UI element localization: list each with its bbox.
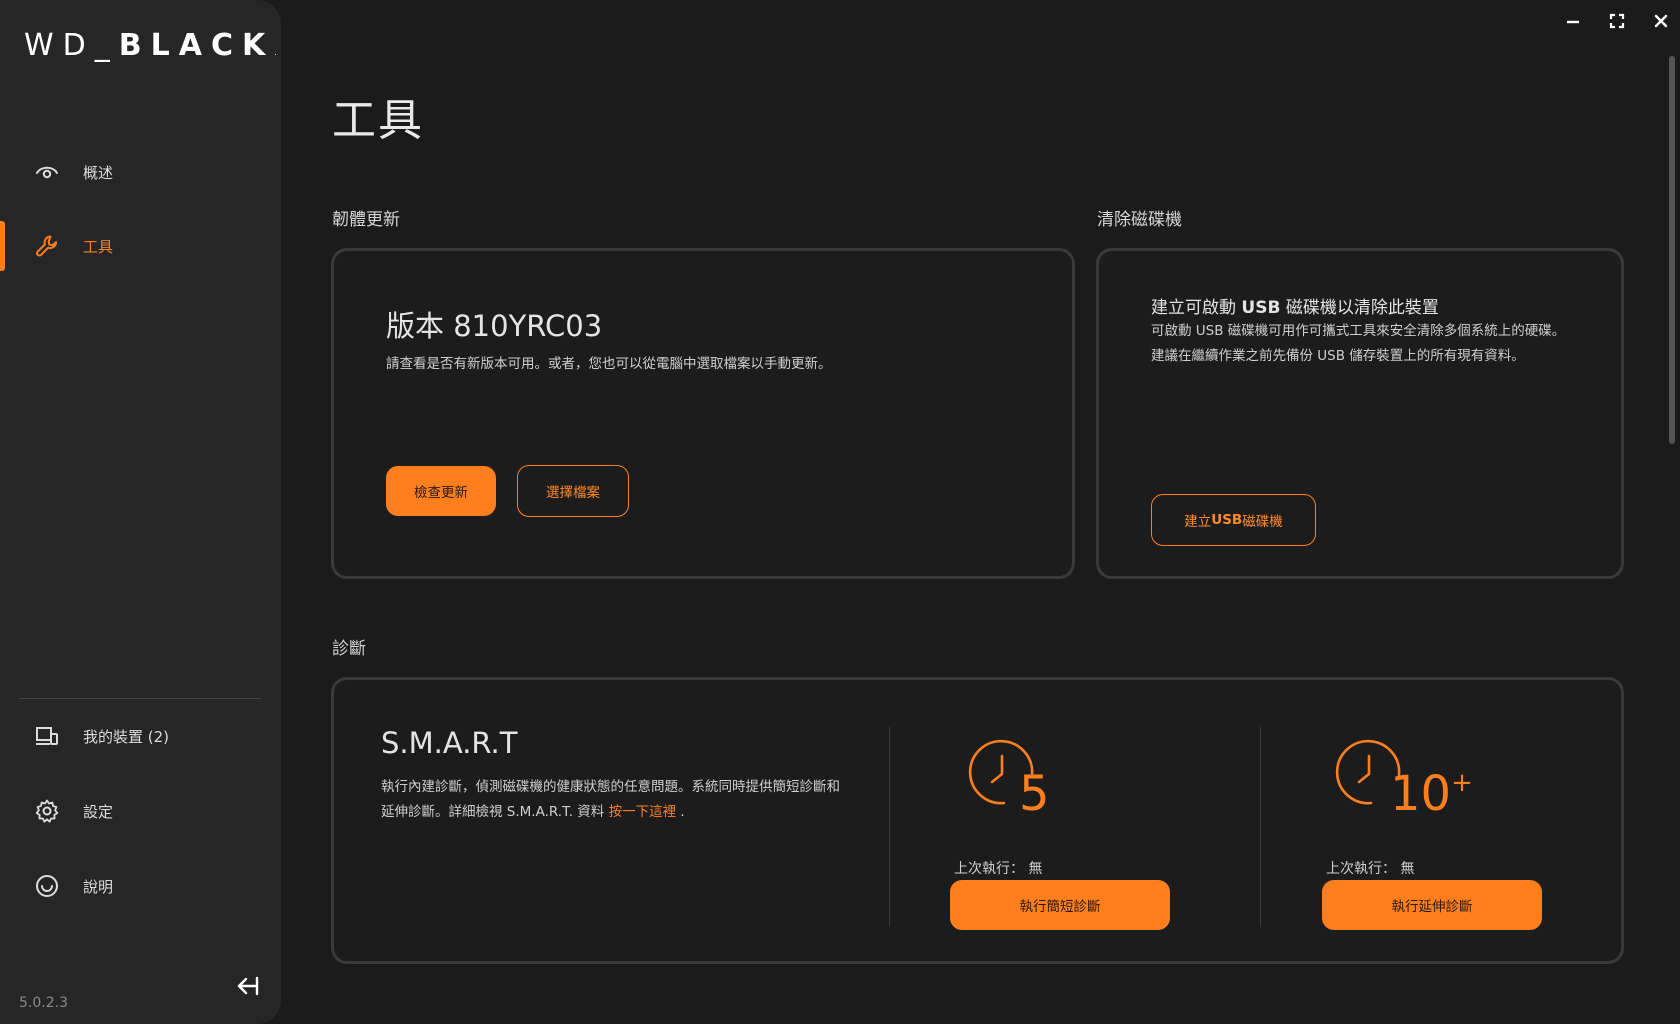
sidebar: WD_BLACK. 概述 工具 我的裝置 (2) 設定 說明 5.0.2.3 bbox=[0, 0, 281, 1024]
sidebar-item-label: 工具 bbox=[83, 238, 114, 256]
app-version: 5.0.2.3 bbox=[19, 995, 68, 1011]
diagnostics-divider bbox=[889, 727, 890, 927]
wd-black-logo: WD_BLACK. bbox=[24, 28, 277, 63]
sidebar-item-help[interactable]: 說明 bbox=[0, 861, 281, 911]
firmware-card: 版本 810YRC03 請查看是否有新版本可用。或者，您也可以從電腦中選取檔案以… bbox=[331, 248, 1075, 579]
erase-card: 建立可啟動 USB 磁碟機以清除此裝置 可啟動 USB 磁碟機可用作可攜式工具來… bbox=[1096, 248, 1624, 579]
extended-last-run: 上次執行： 無 bbox=[1326, 861, 1415, 877]
sidebar-item-label: 我的裝置 (2) bbox=[83, 728, 170, 746]
minimize-button[interactable] bbox=[1560, 12, 1586, 34]
run-short-test-button[interactable]: 執行簡短診斷 bbox=[950, 880, 1170, 930]
close-button[interactable] bbox=[1648, 12, 1674, 34]
maximize-icon bbox=[1609, 13, 1625, 33]
sidebar-item-settings[interactable]: 設定 bbox=[0, 786, 281, 836]
run-extended-test-button[interactable]: 執行延伸診斷 bbox=[1322, 880, 1542, 930]
diagnostics-section-label: 診斷 bbox=[332, 639, 366, 659]
sidebar-item-label: 概述 bbox=[83, 164, 114, 182]
smart-heading: S.M.A.R.T bbox=[381, 726, 518, 760]
sidebar-divider bbox=[19, 698, 261, 699]
select-file-button[interactable]: 選擇檔案 bbox=[517, 465, 629, 517]
main-scrollbar[interactable] bbox=[1669, 56, 1676, 1016]
erase-section-label: 清除磁碟機 bbox=[1097, 210, 1182, 230]
sidebar-item-overview[interactable]: 概述 bbox=[0, 147, 281, 197]
help-icon bbox=[34, 873, 60, 899]
erase-description: 可啟動 USB 磁碟機可用作可攜式工具來安全清除多個系統上的硬碟。建議在繼續作業… bbox=[1151, 323, 1566, 364]
scrollbar-thumb[interactable] bbox=[1669, 56, 1675, 444]
create-usb-button[interactable]: 建立 USB 磁碟機 bbox=[1151, 494, 1316, 546]
app-window: WD_BLACK. 概述 工具 我的裝置 (2) 設定 說明 5.0.2.3 工… bbox=[0, 0, 1680, 1024]
firmware-version: 版本 810YRC03 bbox=[386, 309, 603, 343]
sidebar-item-my-devices[interactable]: 我的裝置 (2) bbox=[0, 711, 281, 761]
short-last-run: 上次執行： 無 bbox=[954, 861, 1043, 877]
diagnostics-card: S.M.A.R.T 執行內建診斷，偵測磁碟機的健康狀態的任意問題。系統同時提供簡… bbox=[331, 677, 1624, 964]
smart-description: 執行內建診斷，偵測磁碟機的健康狀態的任意問題。系統同時提供簡短診斷和延伸診斷。詳… bbox=[381, 779, 840, 820]
sidebar-item-tools[interactable]: 工具 bbox=[0, 221, 281, 271]
close-icon bbox=[1653, 13, 1669, 33]
sidebar-item-label: 說明 bbox=[83, 878, 114, 896]
extended-test-number: 10+ bbox=[1390, 766, 1473, 822]
eye-icon bbox=[34, 159, 60, 185]
check-update-button[interactable]: 檢查更新 bbox=[386, 466, 496, 516]
collapse-sidebar-button[interactable] bbox=[233, 974, 261, 1002]
erase-heading: 建立可啟動 USB 磁碟機以清除此裝置 bbox=[1151, 298, 1439, 318]
short-test-number: 5 bbox=[1019, 766, 1050, 822]
smart-details-link[interactable]: 按一下這裡 bbox=[609, 804, 677, 820]
firmware-section-label: 韌體更新 bbox=[332, 210, 400, 230]
sidebar-item-label: 設定 bbox=[83, 803, 114, 821]
diagnostics-divider bbox=[1260, 727, 1261, 927]
wrench-icon bbox=[34, 233, 60, 259]
minimize-icon bbox=[1565, 13, 1581, 33]
firmware-description: 請查看是否有新版本可用。或者，您也可以從電腦中選取檔案以手動更新。 bbox=[386, 356, 832, 372]
collapse-arrow-icon bbox=[235, 975, 259, 1001]
maximize-button[interactable] bbox=[1604, 12, 1630, 34]
gear-icon bbox=[34, 798, 60, 824]
devices-icon bbox=[34, 723, 60, 749]
page-title: 工具 bbox=[332, 95, 424, 146]
